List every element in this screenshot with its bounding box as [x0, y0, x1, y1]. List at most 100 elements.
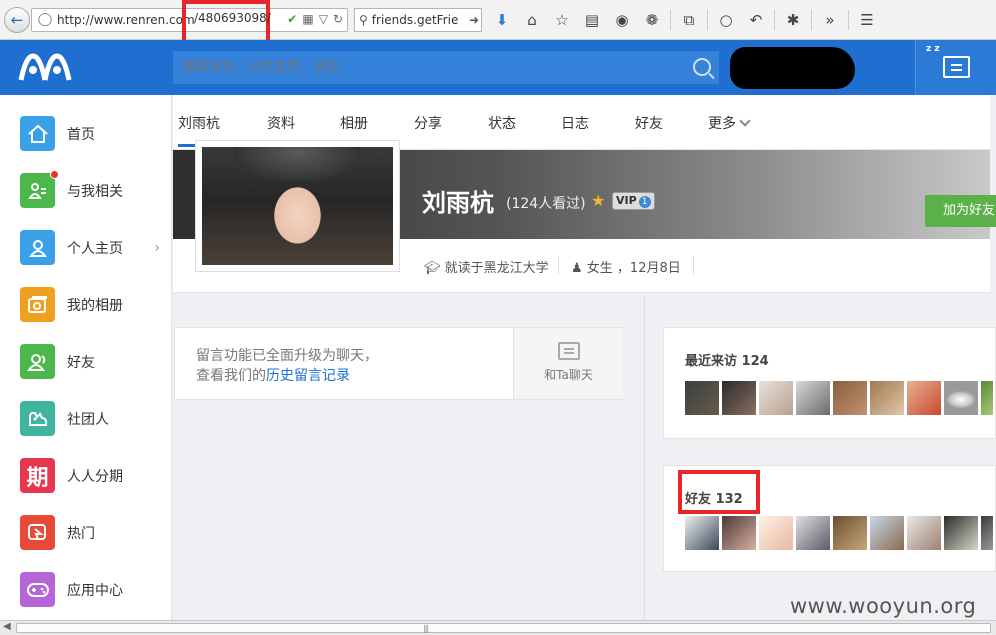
friend-avatar[interactable]: [944, 516, 978, 550]
home-icon: [20, 116, 55, 151]
addon-puzzle-icon[interactable]: ❁: [640, 8, 664, 32]
scrollbar-thumb[interactable]: [16, 623, 991, 633]
url-bar-icons: ✔ ▦ ▽ ↻: [287, 12, 343, 26]
profile-view-count: (124人看过): [506, 196, 586, 212]
school-text: 就读于黑龙江大学: [444, 261, 549, 276]
installment-icon: 期: [20, 458, 55, 493]
visitor-avatar[interactable]: [870, 381, 904, 415]
site-header: z z: [0, 40, 996, 95]
home-icon[interactable]: ⌂: [520, 8, 544, 32]
sidebar-item-profile[interactable]: 个人主页 ›: [0, 219, 172, 276]
browser-search-bar[interactable]: ⚲ friends.getFrie ➜: [354, 8, 482, 32]
download-icon[interactable]: ⬇: [490, 8, 514, 32]
chat-panel-button[interactable]: z z: [915, 40, 996, 95]
friend-avatar[interactable]: [981, 516, 993, 550]
shield-icon[interactable]: ✔: [287, 12, 297, 26]
visitor-avatar[interactable]: [981, 381, 993, 415]
toolbar-separator: [670, 10, 671, 30]
friend-avatar[interactable]: [796, 516, 830, 550]
friend-avatar[interactable]: [870, 516, 904, 550]
tab-share[interactable]: 分享: [414, 113, 442, 133]
tab-more-label: 更多: [708, 116, 736, 132]
visitor-avatar[interactable]: [833, 381, 867, 415]
bookmark-star-icon[interactable]: ☆: [550, 8, 574, 32]
site-search-input[interactable]: [173, 51, 719, 84]
star-icon: ★: [591, 191, 606, 210]
tab-albums[interactable]: 相册: [340, 113, 368, 133]
notification-dot: [50, 170, 59, 179]
site-search-box[interactable]: [173, 51, 719, 84]
recent-visitors-title[interactable]: 最近来访 124: [685, 350, 769, 369]
sidebar-item-installment[interactable]: 期 人人分期: [0, 447, 172, 504]
renren-logo-icon[interactable]: [18, 52, 72, 82]
visitor-avatar[interactable]: [722, 381, 756, 415]
sidebar-item-albums[interactable]: 我的相册: [0, 276, 172, 333]
tab-status[interactable]: 状态: [488, 113, 516, 133]
chevron-down-icon: [739, 115, 751, 127]
reading-list-icon[interactable]: ▤: [580, 8, 604, 32]
reload-icon[interactable]: ↻: [333, 12, 343, 26]
gamepad-icon: [20, 572, 55, 607]
chat-bubble-icon[interactable]: ○: [714, 8, 738, 32]
friend-avatar[interactable]: [907, 516, 941, 550]
go-arrow-icon[interactable]: ➜: [469, 13, 479, 27]
friends-icon: [20, 344, 55, 379]
vip-badge[interactable]: VIP 1: [612, 192, 655, 210]
sleep-zz-icon: z z: [926, 44, 940, 54]
sidebar-item-clubs[interactable]: 社团人: [0, 390, 172, 447]
club-icon: [20, 401, 55, 436]
visitor-avatar[interactable]: [759, 381, 793, 415]
browser-toolbar: ← ◯ http://www.renren.com ✔ ▦ ▽ ↻ ⚲ frie…: [0, 0, 996, 40]
recent-visitors-card: 最近来访 124: [663, 327, 996, 439]
message-line1: 留言功能已全面升级为聊天，: [196, 348, 378, 364]
tab-info[interactable]: 资料: [267, 113, 295, 133]
friend-avatar[interactable]: [685, 516, 719, 550]
undo-icon[interactable]: ↶: [744, 8, 768, 32]
message-card: 留言功能已全面升级为聊天， 查看我们的历史留言记录 和Ta聊天: [174, 327, 623, 400]
dropdown-arrow-icon[interactable]: ▽: [319, 12, 328, 26]
person-small-icon: ♟: [571, 261, 587, 276]
scroll-left-arrow-icon[interactable]: ◀: [3, 621, 11, 632]
sidebar-item-label: 应用中心: [67, 582, 123, 599]
crop-icon[interactable]: ⧉: [677, 8, 701, 32]
tab-name[interactable]: 刘雨杭: [178, 113, 220, 147]
friend-avatar[interactable]: [759, 516, 793, 550]
back-arrow-icon[interactable]: ←: [4, 6, 30, 33]
horizontal-scrollbar[interactable]: ◀ |||: [0, 620, 996, 635]
sidebar-item-related[interactable]: 与我相关: [0, 162, 172, 219]
left-sidebar: 首页 与我相关 个人主页 › 我的相册 好友 社团人 期 人人分期 热门 应用中…: [0, 95, 172, 620]
avatar[interactable]: [195, 140, 400, 272]
addon-eye-icon[interactable]: ◉: [610, 8, 634, 32]
browser-search-text: friends.getFrie: [371, 13, 459, 27]
sidebar-item-home[interactable]: 首页: [0, 105, 172, 162]
friend-avatar[interactable]: [722, 516, 756, 550]
tab-blog[interactable]: 日志: [561, 113, 589, 133]
visitor-avatar[interactable]: [907, 381, 941, 415]
globe-icon: ◯: [37, 12, 53, 27]
search-icon[interactable]: [693, 58, 711, 76]
person-icon: [20, 230, 55, 265]
friend-avatar[interactable]: [833, 516, 867, 550]
person-card-icon: [20, 170, 59, 208]
tab-more[interactable]: 更多: [708, 113, 751, 133]
qr-code-icon[interactable]: ▦: [302, 12, 313, 26]
overflow-chevron-icon[interactable]: »: [818, 8, 842, 32]
sidebar-item-friends[interactable]: 好友: [0, 333, 172, 390]
friends-list: [685, 516, 993, 550]
sidebar-item-apps[interactable]: 应用中心: [0, 561, 172, 618]
chat-with-ta-button[interactable]: 和Ta聊天: [513, 328, 623, 399]
visitor-avatar[interactable]: [796, 381, 830, 415]
gender-info: ♟ 女生 ，12月8日: [571, 257, 681, 276]
hamburger-menu-icon[interactable]: ☰: [855, 8, 879, 32]
history-messages-link[interactable]: 历史留言记录: [266, 368, 350, 384]
vip-level: 1: [638, 196, 651, 208]
sidebar-item-label: 首页: [67, 126, 95, 143]
bug-icon[interactable]: ✱: [781, 8, 805, 32]
hot-icon: [20, 515, 55, 550]
visitor-avatar[interactable]: [944, 381, 978, 415]
sidebar-item-hot[interactable]: 热门: [0, 504, 172, 561]
visitor-avatar[interactable]: [685, 381, 719, 415]
add-friend-button[interactable]: 加为好友: [925, 195, 996, 227]
tab-friends[interactable]: 好友: [635, 113, 663, 133]
redacted-username: [730, 47, 855, 89]
